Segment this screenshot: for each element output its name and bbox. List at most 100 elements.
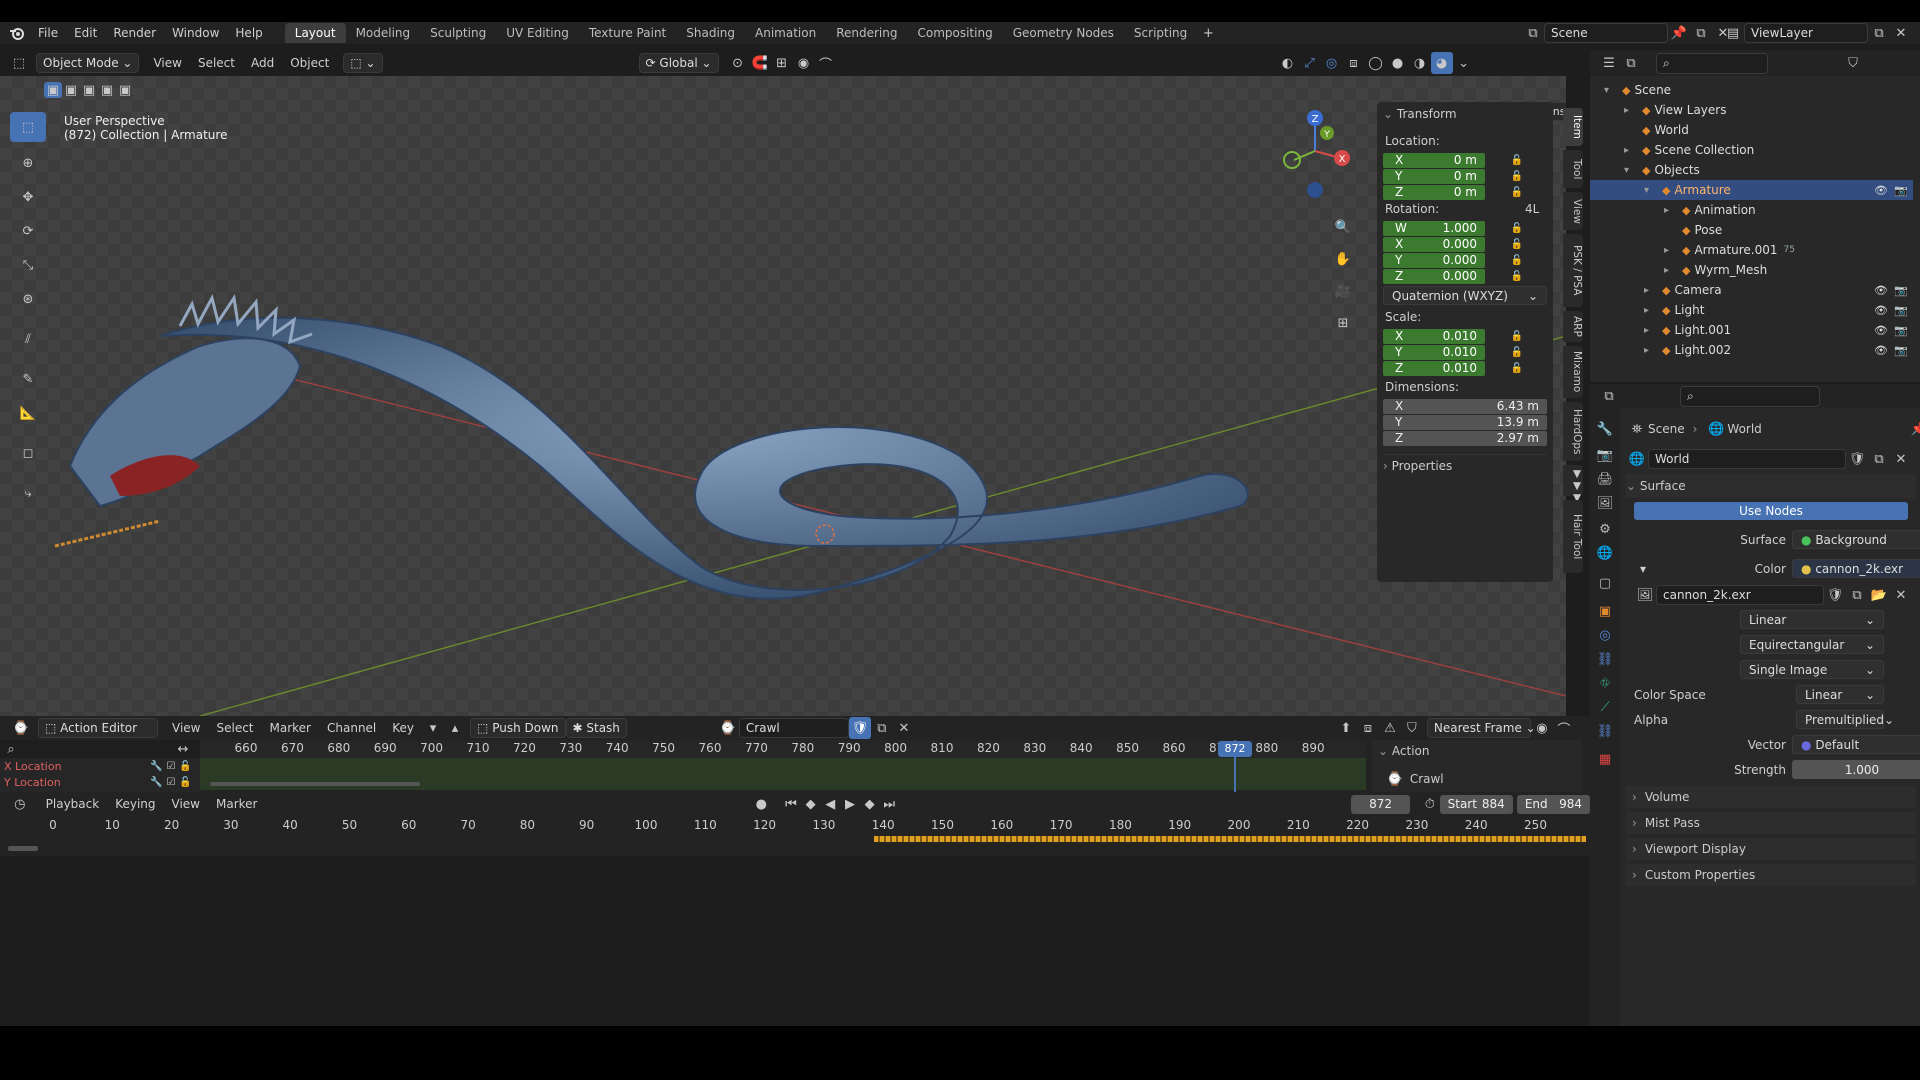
visibility-eye-icon[interactable]: 👁 xyxy=(1874,304,1888,317)
dimensions-y-field[interactable]: Y 13.9 m xyxy=(1383,414,1547,430)
scene-name-field[interactable]: Scene xyxy=(1544,23,1668,43)
render-camera-icon[interactable]: 📷 xyxy=(1894,304,1908,317)
filter-icon[interactable]: ⛉ xyxy=(1842,52,1864,74)
interpolation-dropdown[interactable]: Linear ⌄ xyxy=(1740,610,1884,629)
snap-dropdown[interactable]: Nearest Frame ⌄ xyxy=(1426,718,1536,738)
outliner-item-armature-001[interactable]: ▸ ◆ Armature.001 75 xyxy=(1590,240,1913,260)
lock-icon[interactable]: 🔓 xyxy=(179,761,191,772)
viewport-menu-view[interactable]: View xyxy=(145,56,189,70)
texture-tab-icon[interactable]: ▦ xyxy=(1594,748,1616,770)
menu-window[interactable]: Window xyxy=(164,26,227,40)
lock-icon[interactable]: 🔓 xyxy=(1507,237,1527,252)
proportional-edit-icon[interactable]: ◉ xyxy=(1531,717,1553,739)
transform-tool-icon[interactable]: ⊛ xyxy=(17,288,39,310)
properties-search-field[interactable]: ⌕ xyxy=(1680,385,1820,407)
sidebar-tab-5[interactable]: Mixamo xyxy=(1563,346,1583,398)
sidebar-tab-4[interactable]: ARP xyxy=(1563,311,1583,342)
scale-x-field[interactable]: X 0.010 xyxy=(1383,328,1485,344)
data-tab-icon[interactable]: ⛗ xyxy=(1594,672,1616,694)
errors-icon[interactable]: ⚠ xyxy=(1379,717,1401,739)
dopesheet-area[interactable]: 660 670 680 690 700 710 720 730 740 750 760 770 780 7… xyxy=(200,740,1366,792)
falloff-icon[interactable]: ⌒ xyxy=(815,52,837,74)
wireframe-shading-icon[interactable]: ◯ xyxy=(1365,52,1387,74)
world-name-field[interactable]: World xyxy=(1648,449,1846,469)
tab-geometry-nodes[interactable]: Geometry Nodes xyxy=(1003,23,1124,43)
stash-button[interactable]: ✱ Stash xyxy=(565,718,627,738)
resize-icon[interactable]: ↔ xyxy=(172,738,194,760)
zoom-icon[interactable]: 🔍 xyxy=(1332,216,1354,238)
sidebar-tab-0[interactable]: Item xyxy=(1563,108,1583,146)
visibility-eye-icon[interactable]: 👁 xyxy=(1874,284,1888,297)
timeline-menu-playback[interactable]: Playback xyxy=(38,797,108,811)
camera-view-icon[interactable]: 🎥 xyxy=(1332,280,1354,302)
rendered-shading-icon[interactable]: ◕ xyxy=(1430,52,1453,74)
image-icon[interactable]: 🖼 xyxy=(1634,584,1656,606)
visibility-eye-icon[interactable]: 👁 xyxy=(1874,324,1888,337)
timeline-menu-view[interactable]: View xyxy=(164,797,208,811)
blender-logo-icon[interactable] xyxy=(4,22,30,44)
shading-options-icon[interactable]: ⌄ xyxy=(1453,52,1475,74)
tab-animation[interactable]: Animation xyxy=(745,23,826,43)
surface-value-field[interactable]: ● Background xyxy=(1792,530,1920,549)
editor-type-icon[interactable]: ☰ xyxy=(1598,52,1620,74)
add-cube-tool-icon[interactable]: ◻ xyxy=(17,442,39,464)
only-selected-icon[interactable]: ⬆ xyxy=(1335,717,1357,739)
snap-icon[interactable]: 🧲 xyxy=(749,52,771,74)
move-down-icon[interactable]: ▴ xyxy=(444,717,466,739)
tab-layout[interactable]: Layout xyxy=(284,23,346,43)
menu-edit[interactable]: Edit xyxy=(66,26,105,40)
fake-user-icon[interactable]: 🛡 xyxy=(1846,448,1868,470)
use-nodes-button[interactable]: Use Nodes xyxy=(1634,502,1908,520)
filter-icon[interactable]: ⛉ xyxy=(1401,717,1423,739)
ae-menu-view[interactable]: View xyxy=(164,721,208,735)
snap-target-icon[interactable]: ⊞ xyxy=(771,52,793,74)
scale-y-field[interactable]: Y 0.010 xyxy=(1383,344,1485,360)
vector-field[interactable]: ● Default xyxy=(1792,735,1920,754)
invert-selection-icon[interactable]: ▣ xyxy=(98,82,116,98)
location-y-field[interactable]: Y 0 m xyxy=(1383,168,1485,184)
channel-row[interactable]: Y Location 🔧 ☑ 🔓 xyxy=(0,774,200,790)
lock-icon[interactable]: 🔓 xyxy=(1507,329,1527,344)
extra-tool-icon[interactable]: ⤷ xyxy=(17,482,39,504)
new-viewlayer-icon[interactable]: ⧉ xyxy=(1868,22,1890,44)
expand-arrow-icon[interactable]: ▸ xyxy=(1664,265,1678,276)
fake-user-icon[interactable]: 🛡 xyxy=(848,717,871,739)
overlay-toggle-icon[interactable]: ◎ xyxy=(1321,52,1343,74)
viewlayer-name-field[interactable]: ViewLayer xyxy=(1744,23,1868,43)
new-selection-icon[interactable]: ▣ xyxy=(44,82,62,98)
expand-arrow-icon[interactable]: ▸ xyxy=(1644,345,1658,356)
color-expand-icon[interactable]: ▾ xyxy=(1640,562,1646,576)
annotate-line-icon[interactable]: ✎ xyxy=(17,368,39,390)
rotation-y-field[interactable]: Y 0.000 xyxy=(1383,252,1485,268)
rotation-mode-dropdown[interactable]: Quaternion (WXYZ) ⌄ xyxy=(1383,286,1547,305)
visibility-eye-icon[interactable]: 👁 xyxy=(1874,344,1888,357)
constraints-tab-icon[interactable]: ⛓ xyxy=(1594,648,1616,670)
location-x-field[interactable]: X 0 m xyxy=(1383,152,1485,168)
dimensions-z-field[interactable]: Z 2.97 m xyxy=(1383,430,1547,446)
measure-tool-icon[interactable]: 📐 xyxy=(17,402,39,424)
ae-menu-select[interactable]: Select xyxy=(208,721,261,735)
tab-texture-paint[interactable]: Texture Paint xyxy=(579,23,676,43)
duplicate-icon[interactable]: ⧉ xyxy=(1846,584,1868,606)
render-camera-icon[interactable]: 📷 xyxy=(1894,284,1908,297)
tab-scripting[interactable]: Scripting xyxy=(1124,23,1197,43)
editor-type-icon[interactable]: ◷ xyxy=(10,793,30,815)
extend-selection-icon[interactable]: ▣ xyxy=(62,82,80,98)
pin-icon[interactable]: 📌 xyxy=(1908,418,1920,440)
view-options-dropdown[interactable]: ⬚ ⌄ xyxy=(343,53,383,73)
falloff-icon[interactable]: ⌒ xyxy=(1553,717,1575,739)
lock-icon[interactable]: 🔓 xyxy=(179,777,191,788)
tab-modeling[interactable]: Modeling xyxy=(346,23,421,43)
outliner-search-field[interactable]: ⌕ xyxy=(1656,52,1768,74)
current-frame-field[interactable]: 872 xyxy=(1351,794,1410,814)
expand-arrow-icon[interactable]: ▾ xyxy=(1624,165,1638,176)
outliner-item-light-001[interactable]: ▸ ◆ Light.001 👁 📷 xyxy=(1590,320,1913,340)
ortho-toggle-icon[interactable]: ⊞ xyxy=(1332,312,1354,334)
outliner-item-scene-collection[interactable]: ▸ ◆ Scene Collection xyxy=(1590,140,1913,160)
unlink-icon[interactable]: ✕ xyxy=(1890,584,1912,606)
next-keyframe-icon[interactable]: ◆ xyxy=(860,793,880,815)
auto-keying-icon[interactable]: ● xyxy=(751,793,771,815)
alpha-dropdown[interactable]: Premultiplied ⌄ xyxy=(1796,710,1894,729)
viewport-menu-object[interactable]: Object xyxy=(282,56,337,70)
properties-panel-header[interactable]: › Properties xyxy=(1383,454,1547,476)
